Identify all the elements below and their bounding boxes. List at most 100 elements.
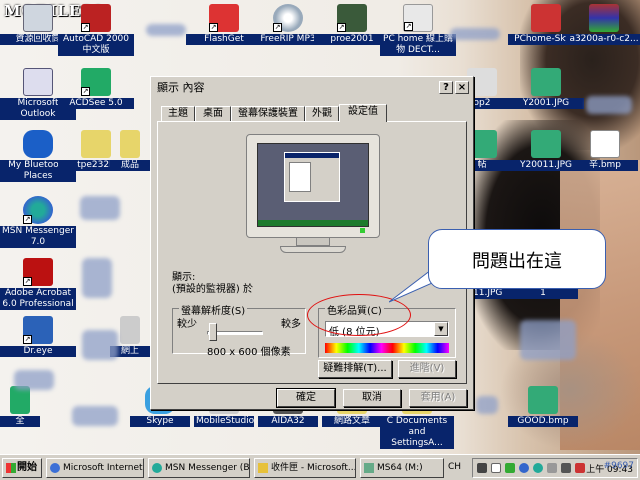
blurred-icon [82,258,112,298]
msn-icon [152,463,162,473]
tab-desktop[interactable]: 桌面 [195,106,231,121]
bitmap-file-icon [590,130,620,158]
start-label: 開始 [17,462,37,473]
outlook-icon [23,68,53,96]
tab-screensaver[interactable]: 螢幕保護裝置 [231,106,305,121]
ie-icon [50,463,60,473]
ok-button[interactable]: 確定 [276,388,336,408]
callout-text: 問題出在這 [472,251,562,272]
windows-flag-icon [6,463,16,473]
desktop-icon-msn[interactable]: ↗ MSN Messenger 7.0 [0,194,76,252]
msn-messenger-icon: ↗ [23,196,53,224]
preview-taskbar [258,220,368,226]
bluetooth-tray-icon[interactable] [519,463,529,473]
monitor-icon [246,134,380,238]
troubleshoot-button[interactable]: 疑難排解(T)... [318,360,392,378]
acrobat-icon: ↗ [23,258,53,286]
blurred-icon [80,196,120,220]
desktop-icon-proe2001[interactable]: ↗ proe2001 [314,2,390,60]
network-icon[interactable] [547,463,557,473]
cd-icon: ↗ [273,4,303,32]
desktop-icon-pchome-shop[interactable]: ↗ PC home 線上購物 DECT... [380,2,456,60]
dialog-title-bar[interactable]: 顯示 內容 ? × [153,79,471,97]
cancel-button[interactable]: 取消 [343,389,401,407]
taskbar: 開始 Microsoft Internet ... MSN Messenger … [0,454,640,480]
desktop-icon-autocad[interactable]: ↗ AutoCAD 2000 中文版 [58,2,134,60]
task-msn-messenger[interactable]: MSN Messenger (B... [148,458,250,478]
tab-settings[interactable]: 設定值 [339,104,387,122]
blurred-icon [82,330,118,360]
blurred-label [72,406,118,426]
blurred-icon [14,370,54,390]
color-spectrum-bar [325,343,449,353]
flashget-icon: ↗ [209,4,239,32]
mail-icon[interactable] [491,463,501,473]
tab-themes[interactable]: 主題 [161,106,195,121]
folder-icon [120,130,140,158]
blurred-icon [476,396,498,414]
blurred-icon [520,320,576,360]
blurred-label [450,28,500,40]
desktop-icon-acrobat[interactable]: ↗ Adobe Acrobat 6.0 Professional [0,256,76,314]
acdsee-icon: ↗ [81,68,111,96]
desktop-icon-quan[interactable]: 全 [0,384,40,442]
start-button[interactable]: 開始 [2,458,42,478]
apply-button[interactable]: 套用(A) [409,389,467,407]
tray-arrow-icon[interactable] [477,463,487,473]
display-properties-dialog: 顯示 內容 ? × 主題 桌面 螢幕保護裝置 外觀 設定值 顯示: (預設的監視… [150,76,474,410]
autocad-icon: ↗ [81,4,111,32]
ime-indicator[interactable]: CH [448,462,461,472]
resolution-slider-thumb[interactable] [209,323,217,341]
advanced-button[interactable]: 進階(V) [398,360,456,378]
task-outlook-inbox[interactable]: 收件匣 - Microsoft... [254,458,356,478]
proe-icon: ↗ [337,4,367,32]
resolution-value: 800 x 600 個像素 [207,347,291,358]
settings-panel: 顯示: (預設的監視器) 於 螢幕解析度(S) 較少 較多 800 x 600 … [157,121,467,384]
display-value: (預設的監視器) 於 [172,284,253,295]
blurred-label [146,24,186,36]
power-light [360,228,365,233]
monitor-preview [246,134,382,254]
preview-window [284,152,340,202]
resolution-less-label: 較少 [177,319,197,330]
desktop-icon-dreye[interactable]: ↗ Dr.eye [0,314,76,372]
dreye-icon: ↗ [23,316,53,344]
monitor-screen-preview [257,143,369,227]
image-file-icon [528,386,558,414]
shortcut-icon [120,316,140,344]
callout-bubble: 問題出在這 [428,229,606,289]
task-ms64-drive[interactable]: MS64 (M:) [360,458,444,478]
image-file-icon [531,130,561,158]
help-button[interactable]: ? [439,81,453,94]
tab-appearance[interactable]: 外觀 [305,106,339,121]
folder-icon [81,130,111,158]
task-internet-explorer[interactable]: Microsoft Internet ... [46,458,144,478]
pchome-icon [531,4,561,32]
shield-icon[interactable] [505,463,515,473]
watermark: #9697 [603,461,634,471]
desktop-icon-y2001-jpg[interactable]: Y2001.JPG [508,66,584,124]
close-button[interactable]: × [455,81,469,94]
desktop-icon-chengpin[interactable]: 成品 [110,128,150,186]
monitor-stand [280,246,346,253]
image-file-icon [531,68,561,96]
bluetooth-icon [23,130,53,158]
app-icon [10,386,30,414]
desktop-icon-a3200a[interactable]: a3200a-r0-c2... [566,2,640,60]
desktop-icon-acdsee[interactable]: ↗ ACDSee 5.0 [58,66,134,124]
document-icon: ↗ [403,4,433,32]
drive-icon [364,463,374,473]
chevron-down-icon[interactable]: ▼ [434,322,448,336]
inbox-icon [258,463,268,473]
antivirus-icon[interactable] [575,463,585,473]
msn-tray-icon[interactable] [533,463,543,473]
desktop-icon-xin-bmp[interactable]: 辛.bmp [572,128,638,186]
recycle-bin-icon [23,4,53,32]
archive-icon [589,4,619,32]
desktop-icon-good-bmp[interactable]: GOOD.bmp [508,384,578,442]
dialog-title: 顯示 內容 [157,81,205,94]
resolution-group: 螢幕解析度(S) 較少 較多 800 x 600 個像素 [172,302,306,358]
speaker-icon[interactable] [561,463,571,473]
resolution-more-label: 較多 [281,319,301,330]
blurred-label [586,96,632,114]
